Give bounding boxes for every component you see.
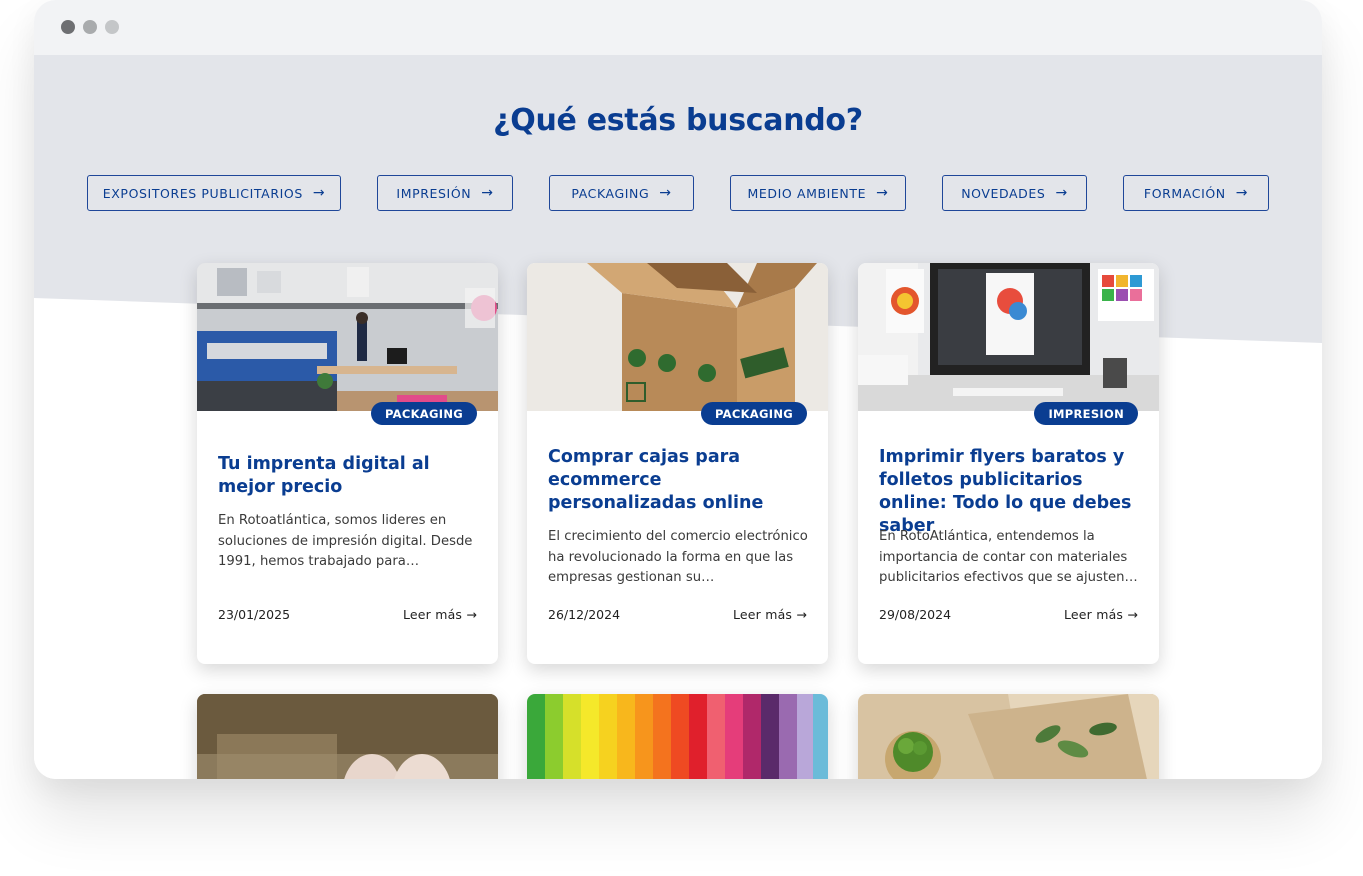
post-excerpt: En RotoAtlántica, entendemos la importan… — [879, 529, 1138, 585]
post-card[interactable]: PACKAGING Comprar cajas para ecommerce p… — [527, 263, 828, 664]
post-title[interactable]: Imprimir flyers baratos y folletos publi… — [879, 446, 1141, 538]
post-card-partial[interactable] — [197, 694, 498, 779]
category-label: PACKAGING — [571, 185, 650, 201]
category-button-medio-ambiente[interactable]: MEDIO AMBIENTE → — [730, 175, 906, 211]
arrow-right-icon: → — [1235, 185, 1249, 201]
read-more-link[interactable]: Leer más → — [1064, 607, 1138, 622]
category-label: NOVEDADES — [961, 185, 1046, 201]
open-book-heart-image — [197, 694, 498, 779]
arrow-right-icon: → — [1055, 185, 1068, 201]
post-card[interactable]: IMPRESION Imprimir flyers baratos y foll… — [858, 263, 1159, 664]
eco-packaging-plant-image — [858, 694, 1159, 779]
section-heading: ¿Qué estás buscando? — [493, 103, 863, 138]
post-title[interactable]: Tu imprenta digital al mejor precio — [218, 453, 480, 499]
printing-press-workshop-image — [197, 263, 498, 411]
category-badge[interactable]: IMPRESION — [1034, 402, 1138, 425]
arrow-right-icon: → — [876, 185, 889, 201]
close-window-dot[interactable] — [61, 20, 75, 34]
category-button-impresion[interactable]: IMPRESIÓN → — [377, 175, 513, 211]
post-title[interactable]: Comprar cajas para ecommerce personaliza… — [548, 446, 810, 515]
eco-cardboard-box-image — [527, 263, 828, 411]
post-date: 23/01/2025 — [218, 607, 291, 622]
flyer-design-desk-image — [858, 263, 1159, 411]
category-label: FORMACIÓN — [1143, 185, 1226, 201]
post-card-partial[interactable] — [858, 694, 1159, 779]
category-button-novedades[interactable]: NOVEDADES → — [942, 175, 1087, 211]
browser-window: ¿Qué estás buscando? EXPOSITORES PUBLICI… — [34, 0, 1322, 779]
category-badge[interactable]: PACKAGING — [700, 402, 807, 425]
post-card[interactable]: PACKAGING Tu imprenta digital al mejor p… — [197, 263, 498, 664]
minimize-window-dot[interactable] — [83, 20, 97, 34]
category-label: MEDIO AMBIENTE — [747, 185, 867, 201]
category-button-formacion[interactable]: FORMACIÓN → — [1123, 175, 1269, 211]
read-more-link[interactable]: Leer más → — [403, 607, 477, 622]
post-excerpt: El crecimiento del comercio electrónico … — [548, 529, 808, 585]
color-paper-swatches-image — [527, 694, 828, 779]
post-date: 26/12/2024 — [548, 607, 621, 622]
window-titlebar — [34, 0, 1322, 55]
page-content: ¿Qué estás buscando? EXPOSITORES PUBLICI… — [34, 55, 1322, 779]
category-label: IMPRESIÓN — [396, 185, 472, 201]
arrow-right-icon: → — [312, 185, 326, 201]
arrow-right-icon: → — [659, 185, 672, 201]
category-badge[interactable]: PACKAGING — [370, 402, 477, 425]
category-button-expositores[interactable]: EXPOSITORES PUBLICITARIOS → — [87, 175, 341, 211]
maximize-window-dot[interactable] — [105, 20, 119, 34]
post-excerpt: En Rotoatlántica, somos lideres en soluc… — [218, 513, 473, 569]
arrow-right-icon: → — [481, 185, 494, 201]
post-date: 29/08/2024 — [879, 607, 952, 622]
category-label: EXPOSITORES PUBLICITARIOS — [102, 185, 303, 201]
category-button-packaging[interactable]: PACKAGING → — [549, 175, 694, 211]
post-card-partial[interactable] — [527, 694, 828, 779]
read-more-link[interactable]: Leer más → — [733, 607, 807, 622]
